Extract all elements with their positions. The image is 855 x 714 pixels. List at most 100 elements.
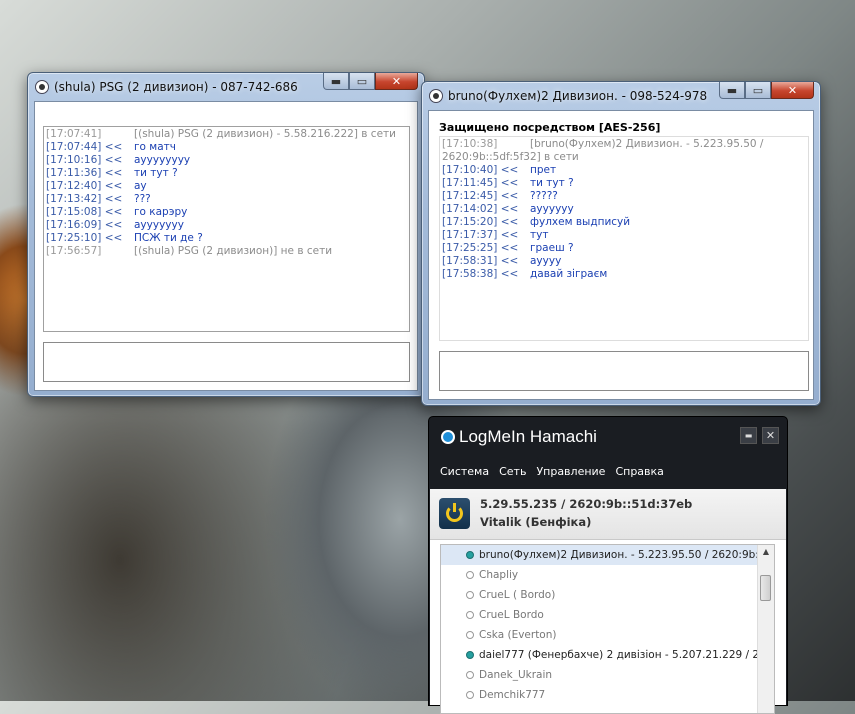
chat-log[interactable]: [17:10:38] [bruno(Фулхем)2 Дивизион. - 5.… — [439, 136, 809, 341]
chat-timestamp: [17:12:40] << — [46, 180, 123, 192]
peer-name: daiel777 (Фенербахче) 2 дивізіон - 5.207… — [479, 649, 759, 661]
peer-name: bruno(Фулхем)2 Дивизион. - 5.223.95.50 /… — [479, 549, 759, 561]
chat-line-text: [bruno(Фулхем)2 Дивизион. - 5.223.95.50 … — [530, 138, 764, 150]
chat-line: [17:12:40] << ay — [44, 180, 409, 193]
close-button[interactable]: ✕ — [375, 73, 418, 90]
online-status-icon — [466, 651, 474, 659]
chat-line: [17:16:09] << ayyyyyyy — [44, 219, 409, 232]
chat-line: [17:10:40] << прет — [440, 164, 808, 177]
peer-name: Chapliy — [479, 569, 519, 581]
chat-line-text: [(shula) PSG (2 дивизион)] не в сети — [134, 245, 333, 257]
peer-item[interactable]: Demchik777 — [441, 685, 759, 705]
chat-line: [17:13:42] <<??? — [44, 193, 409, 206]
chat-timestamp: [17:13:42] << — [46, 193, 123, 205]
chat-line: [17:11:45] << ти тут ? — [440, 177, 808, 190]
peer-item[interactable]: bruno(Фулхем)2 Дивизион. - 5.223.95.50 /… — [441, 545, 759, 565]
client-name: Vitalik (Бенфіка) — [480, 515, 592, 529]
chat-line-text: ти тут ? — [134, 167, 178, 179]
chat-timestamp: [17:10:40] << — [442, 164, 519, 176]
chat-line: [17:15:20] << фулхем выдписуй — [440, 216, 808, 229]
chat-line: [17:12:45] <<????? — [440, 190, 808, 203]
chat-timestamp: [17:15:08] << — [46, 206, 123, 218]
menu-system[interactable]: Система — [429, 461, 489, 489]
peer-item[interactable]: Danek_Ukrain — [441, 665, 759, 685]
chat-line-text: ayyyyyy — [530, 203, 574, 215]
peer-item[interactable]: CrueL ( Bordo) — [441, 585, 759, 605]
hamachi-app-icon — [35, 80, 49, 94]
chat-timestamp: [17:16:09] << — [46, 219, 123, 231]
chat-line-text: го матч — [134, 141, 176, 153]
vertical-scrollbar[interactable]: ▲ — [757, 545, 774, 713]
close-button[interactable]: ✕ — [771, 82, 814, 99]
chat-timestamp: [17:12:45] << — [442, 190, 519, 202]
maximize-button[interactable]: ▭ — [745, 82, 771, 99]
offline-status-icon — [466, 591, 474, 599]
brand-label: LogMeIn Hamachi — [459, 427, 597, 446]
client-status-bar: 5.29.55.235 / 2620:9b::51d:37eb Vitalik … — [430, 489, 786, 540]
minimize-button[interactable]: ▬ — [323, 73, 349, 90]
chat-line: [17:25:10] << ПСЖ ти де ? — [44, 232, 409, 245]
message-input[interactable] — [439, 351, 809, 391]
offline-status-icon — [466, 671, 474, 679]
peer-item[interactable]: CrueL Bordo — [441, 605, 759, 625]
scroll-thumb[interactable] — [760, 575, 771, 601]
encryption-notice: Защищено посредством [AES-256] — [439, 121, 661, 134]
message-input[interactable] — [43, 342, 410, 382]
power-button[interactable] — [439, 498, 470, 529]
chat-timestamp: [17:07:41] — [46, 128, 102, 140]
chat-timestamp: [17:11:36] << — [46, 167, 123, 179]
chat-log[interactable]: [17:07:41] [(shula) PSG (2 дивизион) - 5.… — [43, 126, 410, 332]
chat-line-text: фулхем выдписуй — [530, 216, 631, 228]
close-button[interactable]: ✕ — [762, 427, 779, 444]
chat-timestamp: [17:11:45] << — [442, 177, 519, 189]
chat-line: [17:56:57] [(shula) PSG (2 дивизион)] не … — [44, 245, 409, 258]
chat-line: [17:58:38] << давай зіграєм — [440, 268, 808, 281]
chat-line: [17:10:38] [bruno(Фулхем)2 Дивизион. - 5.… — [440, 138, 808, 151]
chat-line: [17:14:02] << ayyyyyy — [440, 203, 808, 216]
chat-timestamp: [17:07:44] << — [46, 141, 123, 153]
offline-status-icon — [466, 691, 474, 699]
offline-status-icon — [466, 571, 474, 579]
chat-line-text: ayyyy — [530, 255, 562, 267]
scroll-up-icon[interactable]: ▲ — [758, 545, 774, 559]
chat-line-text: граеш ? — [530, 242, 574, 254]
chat-line-text: ??? — [134, 193, 151, 205]
minimize-button[interactable]: ▬ — [719, 82, 745, 99]
chat-line: [17:07:41] [(shula) PSG (2 дивизион) - 5.… — [44, 128, 409, 141]
peer-item[interactable]: Cska (Everton) — [441, 625, 759, 645]
online-status-icon — [466, 551, 474, 559]
peer-name: Cska (Everton) — [479, 629, 557, 641]
chat-timestamp: [17:58:38] << — [442, 268, 519, 280]
minimize-button[interactable]: ▬ — [740, 427, 757, 444]
chat-line-text: давай зіграєм — [530, 268, 608, 280]
chat-line-text: ти тут ? — [530, 177, 574, 189]
chat-line: [17:17:37] << тут — [440, 229, 808, 242]
chat-client-area: Защищено посредством [AES-256] [17:10:38… — [428, 110, 814, 400]
peer-name: Demchik777 — [479, 689, 546, 701]
maximize-button[interactable]: ▭ — [349, 73, 375, 90]
chat-timestamp: [17:17:37] << — [442, 229, 519, 241]
menu-network[interactable]: Сеть — [488, 461, 526, 489]
chat-timestamp: [17:10:16] << — [46, 154, 123, 166]
window-title: bruno(Фулхем)2 Дивизион. - 098-524-978 — [448, 89, 708, 103]
peer-item[interactable]: Chapliy — [441, 565, 759, 585]
chat-line: [17:58:31] << ayyyy — [440, 255, 808, 268]
chat-window-bruno: bruno(Фулхем)2 Дивизион. - 098-524-978 ▬… — [421, 81, 821, 406]
chat-line-text: 2620:9b::5df:5f32] в сети — [442, 151, 579, 163]
chat-line-text: прет — [530, 164, 557, 176]
hamachi-brand: LogMeIn Hamachi — [441, 427, 597, 447]
chat-line: [17:07:44] << го матч — [44, 141, 409, 154]
chat-line: [17:25:25] << граеш ? — [440, 242, 808, 255]
power-icon — [446, 503, 463, 522]
chat-client-area: [17:07:41] [(shula) PSG (2 дивизион) - 5.… — [34, 101, 418, 391]
chat-line: [17:11:36] << ти тут ? — [44, 167, 409, 180]
hamachi-body: 5.29.55.235 / 2620:9b::51d:37eb Vitalik … — [430, 489, 786, 714]
chat-line-text: го карэру — [134, 206, 188, 218]
window-title: (shula) PSG (2 дивизион) - 087-742-686 — [54, 80, 298, 94]
peer-name: CrueL Bordo — [479, 609, 544, 621]
peer-item[interactable]: daiel777 (Фенербахче) 2 дивізіон - 5.207… — [441, 645, 759, 665]
menu-manage[interactable]: Управление — [525, 461, 605, 489]
peer-list[interactable]: bruno(Фулхем)2 Дивизион. - 5.223.95.50 /… — [440, 544, 775, 714]
chat-timestamp: [17:25:25] << — [442, 242, 519, 254]
menu-help[interactable]: Справка — [604, 461, 663, 489]
